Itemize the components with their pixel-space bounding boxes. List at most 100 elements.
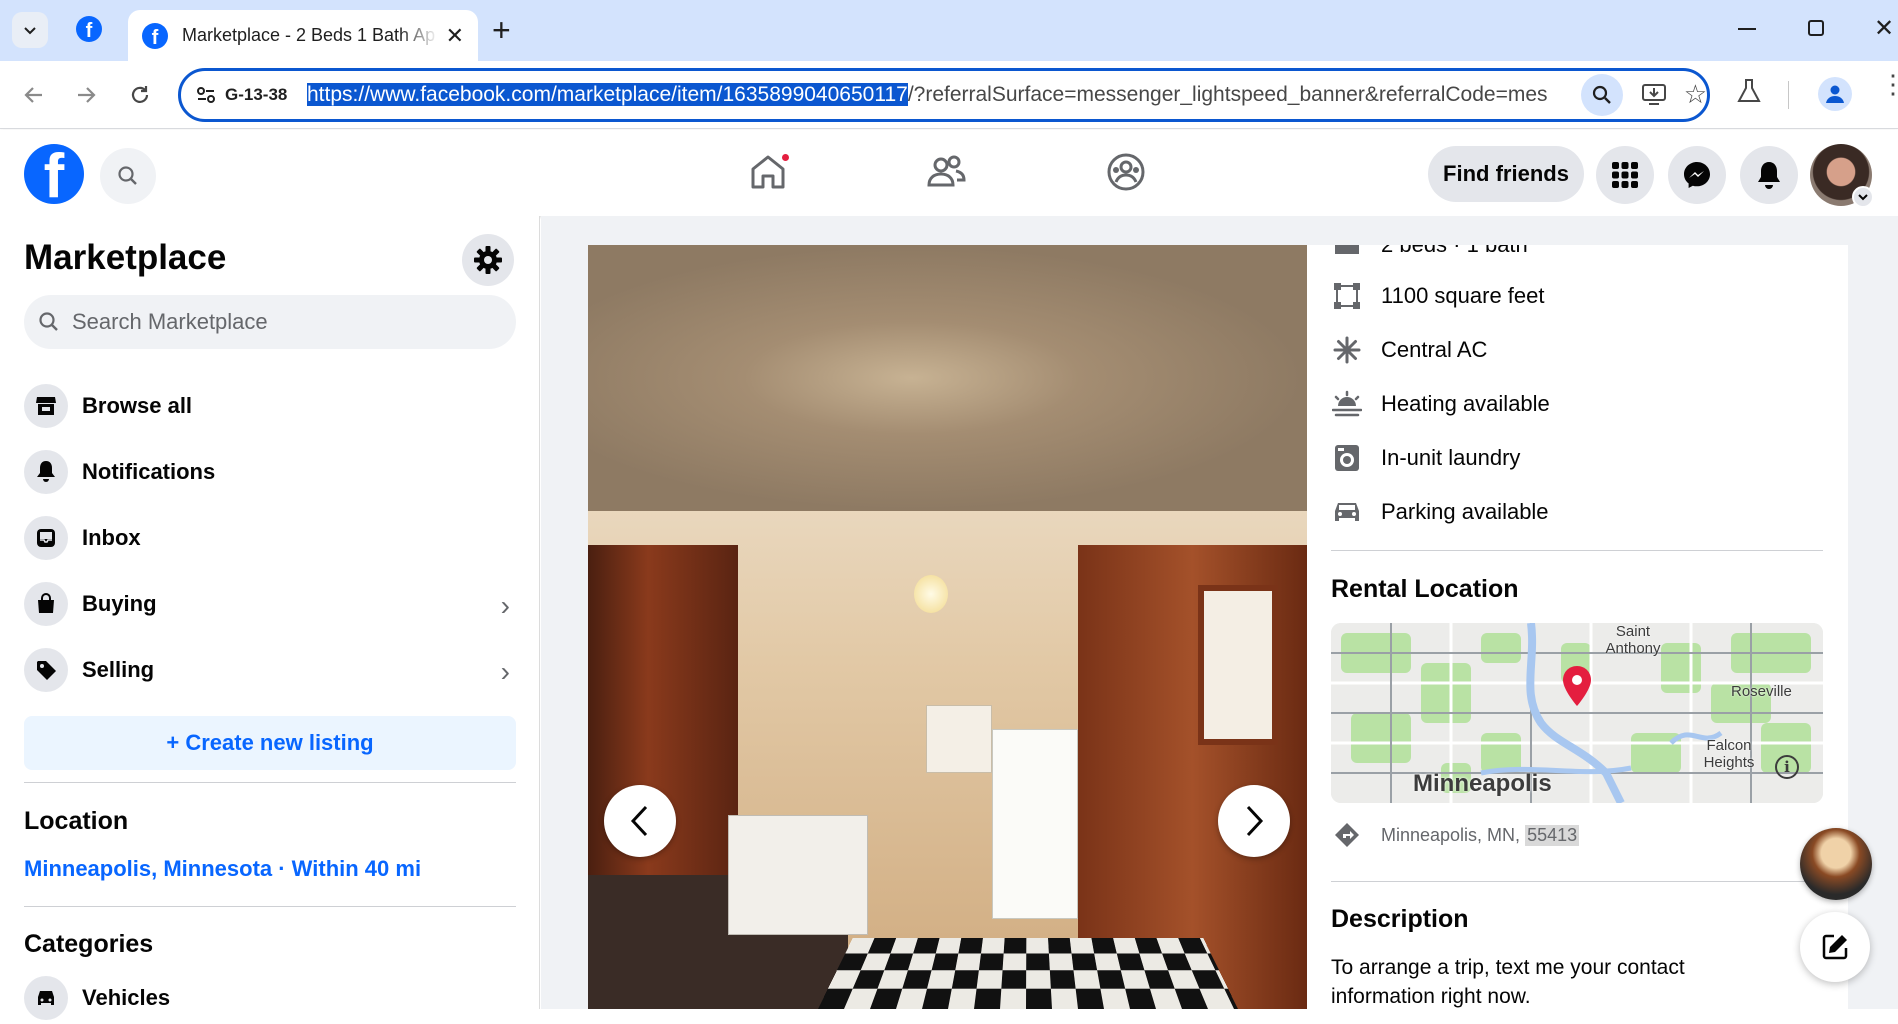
nav-groups[interactable] <box>1106 152 1146 197</box>
divider <box>24 906 516 907</box>
marketplace-sidebar: Marketplace Search Marketplace Browse al… <box>0 216 540 1009</box>
sidebar-item-label: Selling <box>82 657 154 683</box>
search-icon <box>38 311 60 333</box>
url-text[interactable]: https://www.facebook.com/marketplace/ite… <box>307 83 1551 107</box>
restore-button[interactable] <box>1808 20 1824 36</box>
url-selected: https://www.facebook.com/marketplace/ite… <box>307 83 908 106</box>
gear-icon <box>473 245 503 275</box>
compose-icon <box>1820 932 1850 962</box>
photo-light <box>914 575 948 613</box>
arrow-left-icon <box>23 84 45 106</box>
chevron-down-icon <box>1852 186 1874 208</box>
tab-close-icon[interactable]: ✕ <box>446 23 464 49</box>
sidebar-item-vehicles[interactable]: Vehicles <box>24 972 516 1024</box>
menu-button[interactable] <box>1596 146 1654 204</box>
bell-icon <box>24 450 68 494</box>
rental-address: Minneapolis, MN, 55413 <box>1331 815 1579 855</box>
map-info-icon[interactable]: i <box>1775 755 1799 779</box>
reload-button[interactable] <box>122 77 158 113</box>
notification-dot <box>780 152 791 163</box>
pinned-tab-facebook[interactable]: f <box>76 16 102 42</box>
profile-button[interactable] <box>1818 77 1852 111</box>
back-button[interactable] <box>16 77 52 113</box>
photo-ceiling <box>588 245 1307 511</box>
sidebar-item-label: Vehicles <box>82 985 170 1011</box>
new-tab-button[interactable]: + <box>492 12 511 49</box>
site-chip-label: G-13-38 <box>225 85 287 105</box>
sidebar-item-label: Buying <box>82 591 157 617</box>
grid-menu-icon <box>1611 161 1639 189</box>
snowflake-icon <box>1331 334 1363 366</box>
attribute-heating: Heating available <box>1331 384 1550 424</box>
attribute-square-feet: 1100 square feet <box>1331 276 1545 316</box>
description-text: To arrange a trip, text me your contact … <box>1331 953 1751 1009</box>
new-message-button[interactable] <box>1800 912 1870 982</box>
install-icon <box>1641 81 1667 107</box>
chevron-right-icon: › <box>501 590 510 622</box>
browser-menu-button[interactable]: ⋮ <box>1880 79 1898 89</box>
car-icon <box>1331 496 1363 528</box>
sidebar-item-notifications[interactable]: Notifications <box>24 446 516 498</box>
sidebar-item-buying[interactable]: Buying › <box>24 578 516 630</box>
attribute-beds-baths: 2 beds · 1 bath <box>1331 245 1528 265</box>
url-rest: /?referralSurface=messenger_lightspeed_b… <box>908 83 1548 106</box>
bed-icon <box>1331 245 1363 261</box>
create-new-listing-button[interactable]: + Create new listing <box>24 716 516 770</box>
bookmark-star-button[interactable]: ☆ <box>1684 79 1707 110</box>
heating-icon <box>1331 388 1363 420</box>
nav-friends[interactable] <box>926 152 966 197</box>
facebook-search-button[interactable] <box>100 148 156 204</box>
marketplace-search-input[interactable]: Search Marketplace <box>24 295 516 349</box>
facebook-logo[interactable]: f <box>24 144 84 204</box>
settings-button[interactable] <box>462 234 514 286</box>
forward-button[interactable] <box>68 77 104 113</box>
close-window-button[interactable]: ✕ <box>1874 14 1894 43</box>
photo-fridge <box>992 729 1078 919</box>
location-map[interactable]: Saint Anthony Roseville Falcon Heights M… <box>1331 623 1823 803</box>
search-lens-button[interactable] <box>1581 74 1623 116</box>
install-app-button[interactable] <box>1641 81 1667 112</box>
tag-icon <box>24 648 68 692</box>
square-feet-icon <box>1331 280 1363 312</box>
listing-details-panel: 2 beds · 1 bath 1100 square feet Central… <box>1307 245 1848 1009</box>
find-friends-button[interactable]: Find friends <box>1428 146 1584 202</box>
sidebar-item-label: Browse all <box>82 393 192 419</box>
sidebar-item-selling[interactable]: Selling › <box>24 644 516 696</box>
chevron-down-icon <box>22 22 38 38</box>
labs-button[interactable] <box>1736 77 1762 110</box>
browser-toolbar: G-13-38 https://www.facebook.com/marketp… <box>0 61 1898 129</box>
photo-floor <box>818 938 1238 1009</box>
messenger-icon <box>1682 160 1712 190</box>
account-avatar[interactable] <box>1810 144 1872 206</box>
messenger-button[interactable] <box>1668 146 1726 204</box>
person-icon <box>1824 83 1846 105</box>
address-bar[interactable]: G-13-38 https://www.facebook.com/marketp… <box>178 68 1710 122</box>
tab-marketplace[interactable]: f Marketplace - 2 Beds 1 Bath Ap ✕ <box>128 10 478 61</box>
location-link[interactable]: Minneapolis, Minnesota · Within 40 mi <box>24 856 421 882</box>
map-pin-icon <box>1561 665 1593 712</box>
nav-home[interactable] <box>748 152 788 197</box>
categories-title: Categories <box>24 930 153 959</box>
next-photo-button[interactable] <box>1218 785 1290 857</box>
divider <box>1331 881 1823 882</box>
tab-search-button[interactable] <box>12 12 48 48</box>
attribute-label: Heating available <box>1381 391 1550 417</box>
attribute-label: 1100 square feet <box>1381 283 1545 309</box>
listing-photo[interactable] <box>588 245 1307 1009</box>
sidebar-item-inbox[interactable]: Inbox <box>24 512 516 564</box>
chevron-right-icon <box>1242 803 1266 839</box>
previous-photo-button[interactable] <box>604 785 676 857</box>
chevron-right-icon: › <box>501 656 510 688</box>
notifications-button[interactable] <box>1740 146 1798 204</box>
sidebar-item-browse-all[interactable]: Browse all <box>24 380 516 432</box>
address-text: Minneapolis, MN, <box>1381 825 1525 846</box>
photo-upper-cabinet <box>926 705 992 773</box>
store-icon <box>24 384 68 428</box>
facebook-favicon-icon: f <box>142 23 168 49</box>
site-info-chip[interactable]: G-13-38 <box>195 84 307 106</box>
minimize-button[interactable] <box>1738 28 1756 30</box>
chat-head-listing[interactable] <box>1800 828 1872 900</box>
attribute-label: Parking available <box>1381 499 1549 525</box>
search-icon <box>117 165 139 187</box>
attribute-label: In-unit laundry <box>1381 445 1520 471</box>
